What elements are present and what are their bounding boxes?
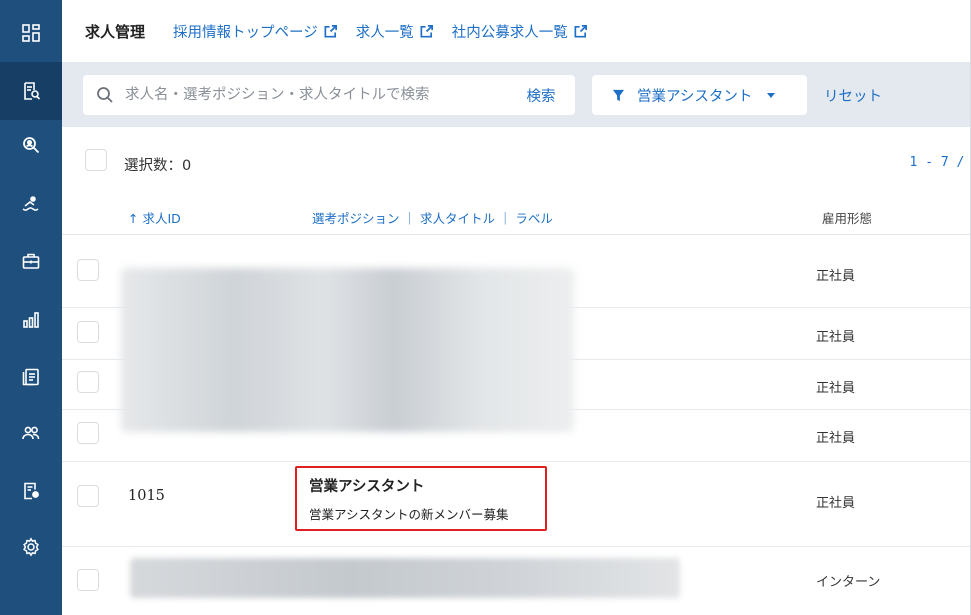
sidebar-item-settings[interactable] bbox=[0, 518, 62, 576]
row-checkbox[interactable] bbox=[77, 259, 99, 281]
row-checkbox[interactable] bbox=[77, 485, 99, 507]
link-internal-job-list[interactable]: 社内公募求人一覧 bbox=[452, 21, 588, 42]
filter-selected-value: 営業アシスタント bbox=[637, 88, 753, 105]
job-id: 1015 bbox=[128, 488, 165, 504]
swimmer-icon bbox=[22, 196, 39, 211]
sidebar-item-documents[interactable] bbox=[0, 348, 62, 406]
link-recruit-top-label: 採用情報トップページ bbox=[173, 24, 318, 41]
table-header: ↑ 求人ID 選考ポジション ｜ 求人タイトル ｜ ラベル 雇用形態 bbox=[62, 187, 970, 235]
position-title: 営業アシスタント bbox=[309, 479, 425, 495]
sidebar-item-users[interactable] bbox=[0, 404, 62, 462]
search-button[interactable]: 検索 bbox=[511, 80, 571, 110]
sidebar-item-jobs-briefcase[interactable] bbox=[0, 232, 62, 290]
employment-type: 正社員 bbox=[816, 269, 856, 284]
employment-type: 正社員 bbox=[816, 381, 856, 396]
sidebar-item-analytics[interactable] bbox=[0, 291, 62, 349]
pagination-info: 1 - 7 / 7 bbox=[909, 155, 971, 170]
select-all-checkbox[interactable] bbox=[85, 149, 107, 171]
employment-type: 正社員 bbox=[816, 496, 856, 511]
sidebar-item-candidate-search[interactable] bbox=[0, 116, 62, 174]
users-icon bbox=[22, 426, 40, 440]
link-job-list[interactable]: 求人一覧 bbox=[356, 21, 434, 42]
external-link-icon bbox=[574, 24, 587, 37]
bar-chart-icon bbox=[23, 312, 39, 328]
selection-bar: 選択数：0 1 - 7 / 7 bbox=[62, 127, 971, 187]
employment-type: 正社員 bbox=[816, 330, 856, 345]
search-input[interactable] bbox=[83, 75, 496, 115]
filter-icon bbox=[612, 89, 625, 101]
search-bar: 検索 営業アシスタント リセット bbox=[62, 63, 970, 127]
link-recruit-top[interactable]: 採用情報トップページ bbox=[173, 21, 338, 42]
redacted-area bbox=[130, 558, 680, 598]
sidebar-item-doc-settings[interactable] bbox=[0, 462, 62, 520]
dashboard-icon bbox=[22, 24, 40, 42]
page-title: 求人管理 bbox=[85, 22, 146, 41]
gear-icon bbox=[23, 537, 39, 557]
row-checkbox[interactable] bbox=[77, 321, 99, 343]
job-title: 営業アシスタントの新メンバー募集 bbox=[309, 507, 509, 522]
link-job-list-label: 求人一覧 bbox=[355, 24, 414, 41]
link-internal-job-list-label: 社内公募求人一覧 bbox=[451, 24, 568, 41]
selection-count: 選択数：0 bbox=[124, 158, 192, 174]
page-header: 求人管理 採用情報トップページ 求人一覧 社内公募求人一覧 bbox=[62, 0, 970, 63]
sidebar-item-swimmer[interactable] bbox=[0, 175, 62, 233]
candidate-search-icon bbox=[23, 137, 40, 154]
filter-dropdown[interactable]: 営業アシスタント bbox=[592, 75, 807, 115]
caret-down-icon bbox=[767, 93, 776, 98]
external-link-icon bbox=[420, 24, 433, 37]
sidebar-item-dashboard[interactable] bbox=[0, 4, 62, 62]
sidebar-item-jobs[interactable] bbox=[0, 62, 62, 120]
column-header-job-id[interactable]: ↑ 求人ID bbox=[128, 208, 181, 227]
row-checkbox[interactable] bbox=[77, 569, 99, 591]
redacted-area bbox=[121, 268, 574, 432]
briefcase-icon bbox=[22, 253, 40, 269]
row-checkbox[interactable] bbox=[77, 422, 99, 444]
employment-type: インターン bbox=[816, 575, 881, 590]
main-panel: 求人管理 採用情報トップページ 求人一覧 社内公募求人一覧 検索 営業アシスタン… bbox=[62, 0, 971, 615]
highlighted-position-cell[interactable]: 営業アシスタント 営業アシスタントの新メンバー募集 bbox=[295, 466, 547, 531]
settings-doc-icon bbox=[24, 482, 39, 500]
sidebar bbox=[0, 0, 62, 615]
external-link-icon bbox=[324, 24, 337, 37]
search-box: 検索 bbox=[83, 75, 575, 115]
column-header-position: 選考ポジション ｜ 求人タイトル ｜ ラベル bbox=[312, 211, 553, 226]
column-header-employment: 雇用形態 bbox=[822, 211, 873, 226]
row-checkbox[interactable] bbox=[77, 371, 99, 393]
job-search-doc-icon bbox=[24, 82, 41, 100]
employment-type: 正社員 bbox=[816, 431, 856, 446]
document-list-icon bbox=[22, 368, 39, 386]
reset-link[interactable]: リセット bbox=[824, 85, 882, 106]
